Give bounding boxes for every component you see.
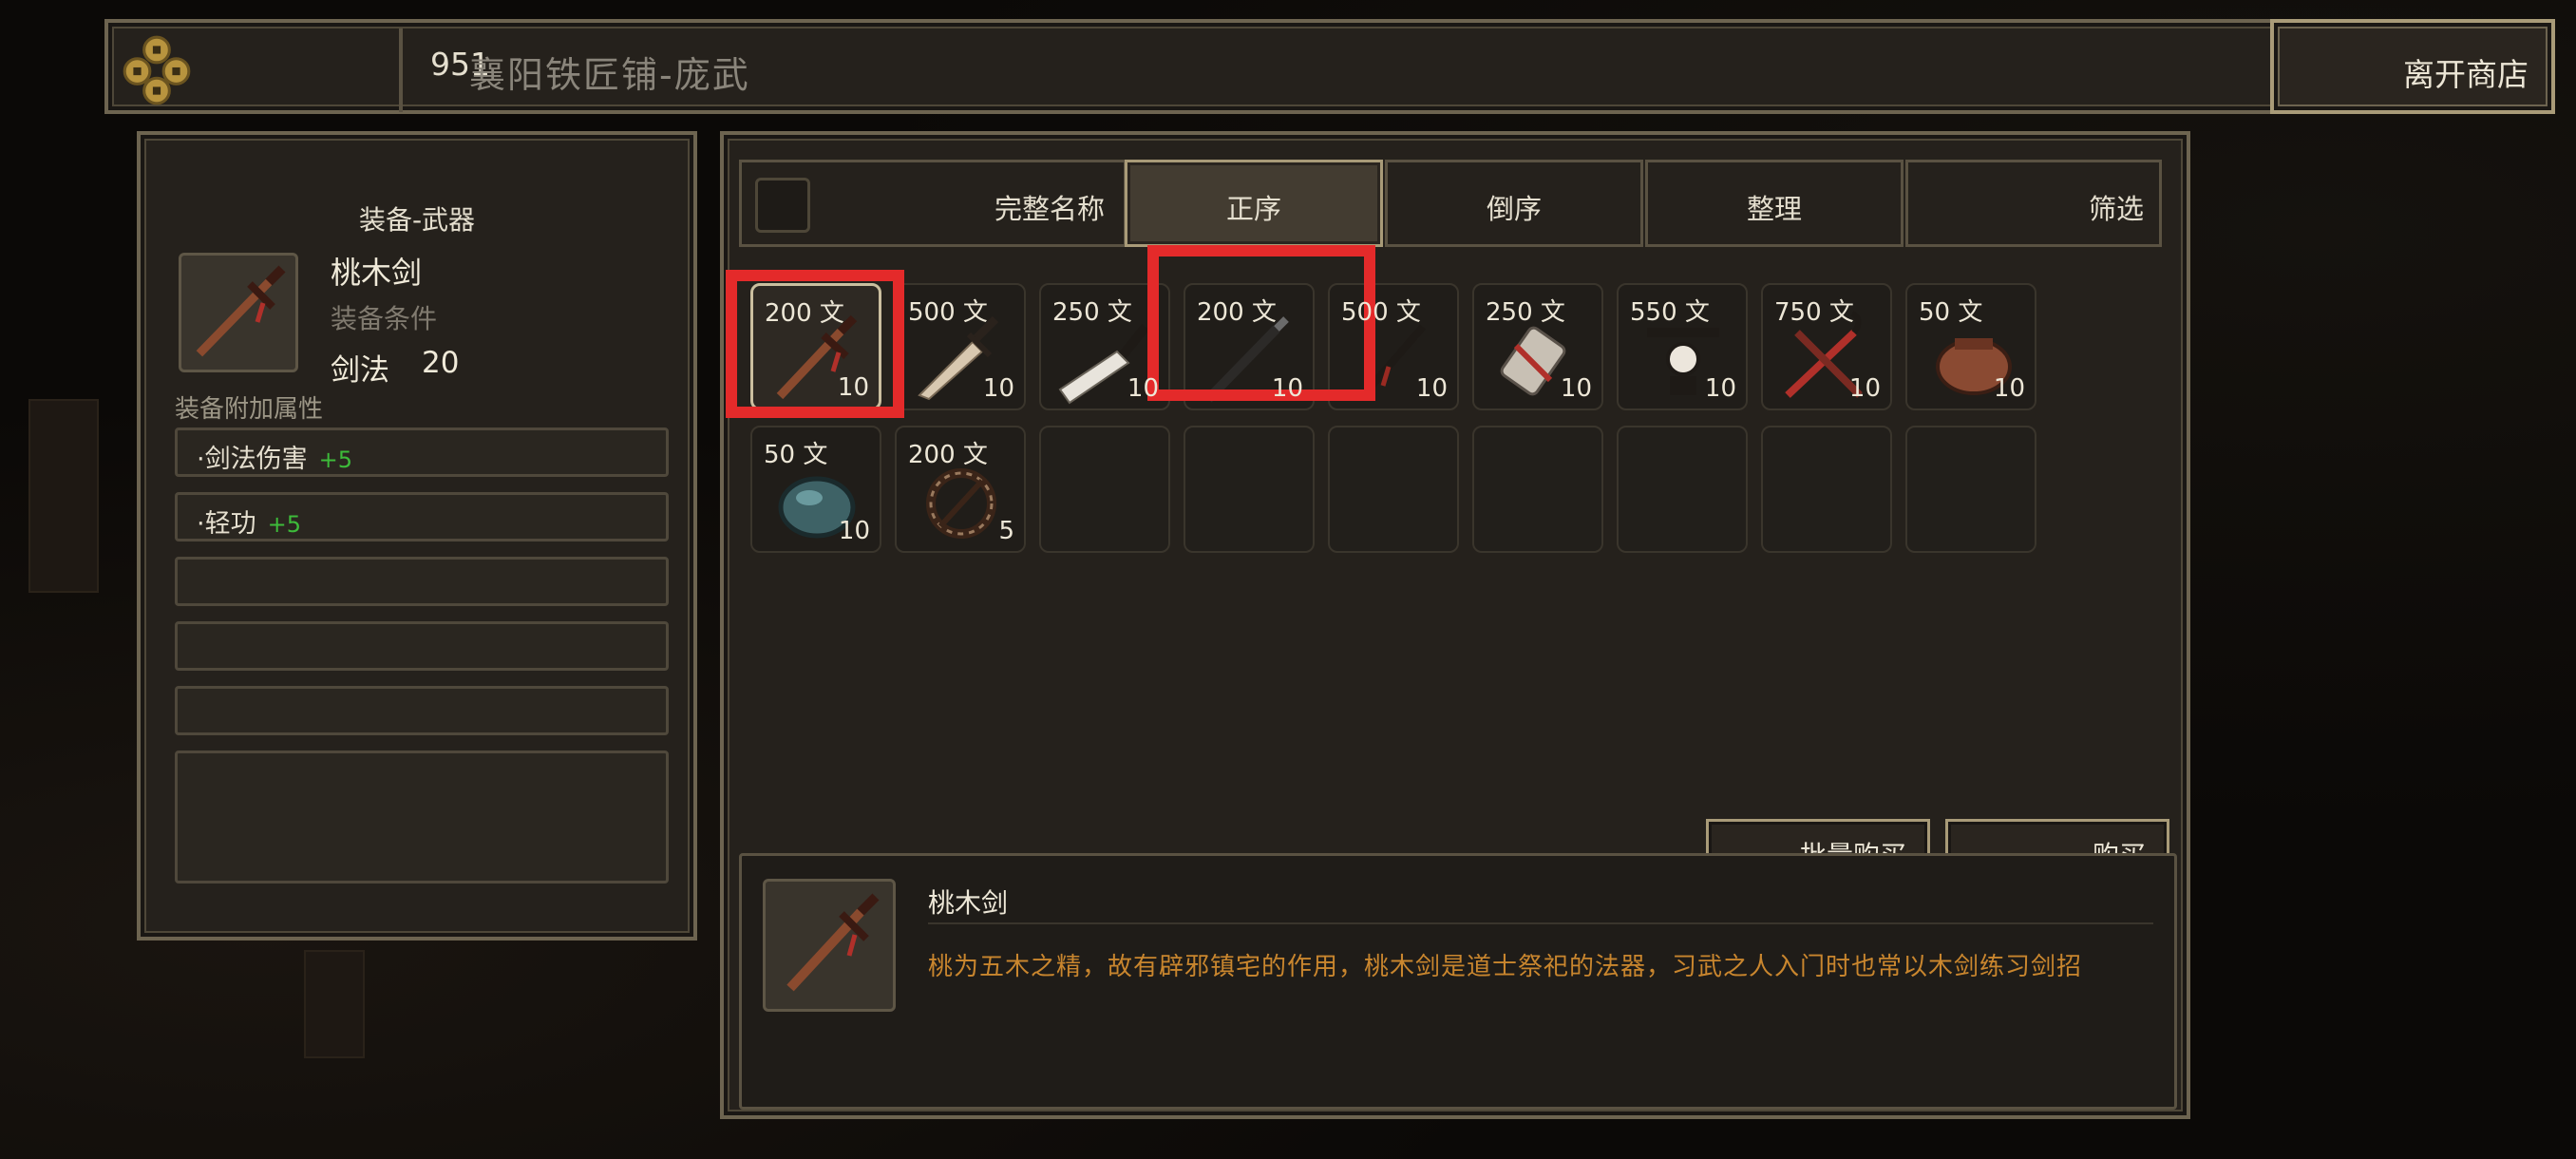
attribute-row-empty	[175, 686, 669, 735]
item-slot[interactable]: 250 文 10	[1039, 283, 1170, 410]
attribute-row: ·剑法伤害 +5	[175, 428, 669, 477]
item-quantity: 10	[838, 517, 870, 545]
tab-descending[interactable]: 倒序	[1385, 160, 1643, 247]
item-slot[interactable]: 500 文 10	[1328, 283, 1459, 410]
item-slot[interactable]: 200 文 10	[1184, 283, 1315, 410]
item-slot[interactable]: 750 文 10	[1761, 283, 1892, 410]
attribute-name: ·剑法伤害	[197, 445, 308, 474]
tab-label: 正序	[1225, 193, 1281, 225]
item-slot[interactable]: 250 文 10	[1472, 283, 1603, 410]
tab-label: 倒序	[1486, 193, 1542, 225]
item-slot[interactable]: 550 文 10	[1617, 283, 1748, 410]
background-figure	[304, 950, 365, 1058]
tab-label: 整理	[1746, 193, 1802, 225]
money-amount: 951	[430, 46, 490, 83]
tab-full-name[interactable]: 完整名称	[739, 160, 1127, 247]
empty-item-slot	[1905, 426, 2036, 553]
item-slot[interactable]: 50 文 10	[750, 426, 881, 553]
item-price: 250 文	[1486, 298, 1565, 327]
item-price: 550 文	[1630, 298, 1710, 327]
background-figure	[28, 399, 99, 593]
item-price: 250 文	[1052, 298, 1132, 327]
equipment-icon-box	[179, 253, 298, 372]
empty-item-slot	[1617, 426, 1748, 553]
description-icon-box	[763, 879, 896, 1012]
item-price: 500 文	[908, 298, 988, 327]
requirement-label: 装备条件	[331, 303, 438, 334]
attribute-row-empty	[175, 557, 669, 606]
item-quantity: 10	[1993, 374, 2025, 403]
peach-wood-sword-icon	[786, 893, 880, 992]
item-slot[interactable]: 200 文 10	[750, 283, 881, 410]
item-slot[interactable]: 50 文 10	[1905, 283, 2036, 410]
item-quantity: 10	[837, 373, 869, 402]
shop-inventory-panel: 完整名称 正序 倒序 整理 筛选 200 文 10 500 文 10 250 文…	[720, 131, 2190, 1119]
item-quantity: 10	[1271, 374, 1303, 403]
attribute-name: ·轻功	[197, 509, 256, 539]
empty-item-slot	[1761, 426, 1892, 553]
tab-label: 完整名称	[994, 193, 1105, 225]
sort-tab-bar: 完整名称 正序 倒序 整理 筛选	[739, 160, 2162, 247]
coins-icon	[123, 35, 191, 105]
requirement-skill: 剑法	[331, 353, 389, 388]
top-bar: 951 襄阳铁匠铺-庞武 离开商店	[104, 19, 2555, 114]
leave-shop-button[interactable]: 离开商店	[2270, 19, 2555, 114]
attribute-bonus: +5	[267, 511, 301, 538]
empty-item-slot	[1184, 426, 1315, 553]
tab-filter[interactable]: 筛选	[1905, 160, 2162, 247]
shop-title: 襄阳铁匠铺-庞武	[469, 54, 750, 96]
item-quantity: 10	[982, 374, 1014, 403]
item-slot[interactable]: 500 文 10	[895, 283, 1026, 410]
full-name-checkbox[interactable]	[755, 178, 810, 233]
item-quantity: 5	[998, 517, 1014, 545]
tab-label: 筛选	[2088, 193, 2144, 225]
item-slot[interactable]: 200 文 5	[895, 426, 1026, 553]
item-price: 50 文	[1919, 298, 1983, 327]
equipment-name: 桃木剑	[331, 255, 423, 291]
empty-item-slot	[1039, 426, 1170, 553]
item-price: 200 文	[765, 299, 844, 328]
item-quantity: 10	[1127, 374, 1159, 403]
description-divider	[928, 922, 2153, 924]
item-price: 50 文	[764, 441, 828, 469]
description-item-name: 桃木剑	[928, 887, 1009, 919]
item-quantity: 10	[1848, 374, 1881, 403]
item-price: 500 文	[1341, 298, 1421, 327]
divider	[399, 28, 403, 112]
tab-ascending[interactable]: 正序	[1125, 160, 1383, 247]
empty-item-slot	[1472, 426, 1603, 553]
item-description-panel: 桃木剑 桃为五木之精，故有辟邪镇宅的作用，桃木剑是道士祭祀的法器，习武之人入门时…	[739, 853, 2177, 1110]
item-price: 200 文	[908, 441, 988, 469]
attribute-row-empty	[175, 750, 669, 884]
equipment-category: 装备-武器	[358, 204, 476, 236]
description-text: 桃为五木之精，故有辟邪镇宅的作用，桃木剑是道士祭祀的法器，习武之人入门时也常以木…	[928, 953, 2083, 981]
item-quantity: 10	[1560, 374, 1592, 403]
requirement-value: 20	[422, 346, 460, 380]
item-price: 750 文	[1774, 298, 1854, 327]
attribute-row: ·轻功 +5	[175, 492, 669, 542]
attribute-section-label: 装备附加属性	[175, 395, 324, 424]
attribute-row-empty	[175, 621, 669, 671]
equipment-detail-panel: 装备-武器 桃木剑 装备条件 剑法 20 装备附加属性 ·剑法伤害 +5 ·轻功 +…	[137, 131, 697, 940]
item-quantity: 10	[1704, 374, 1736, 403]
peach-wood-sword-icon	[196, 265, 286, 357]
tab-organize[interactable]: 整理	[1645, 160, 1904, 247]
item-price: 200 文	[1197, 298, 1277, 327]
item-quantity: 10	[1415, 374, 1448, 403]
empty-item-slot	[1328, 426, 1459, 553]
attribute-bonus: +5	[318, 446, 352, 473]
